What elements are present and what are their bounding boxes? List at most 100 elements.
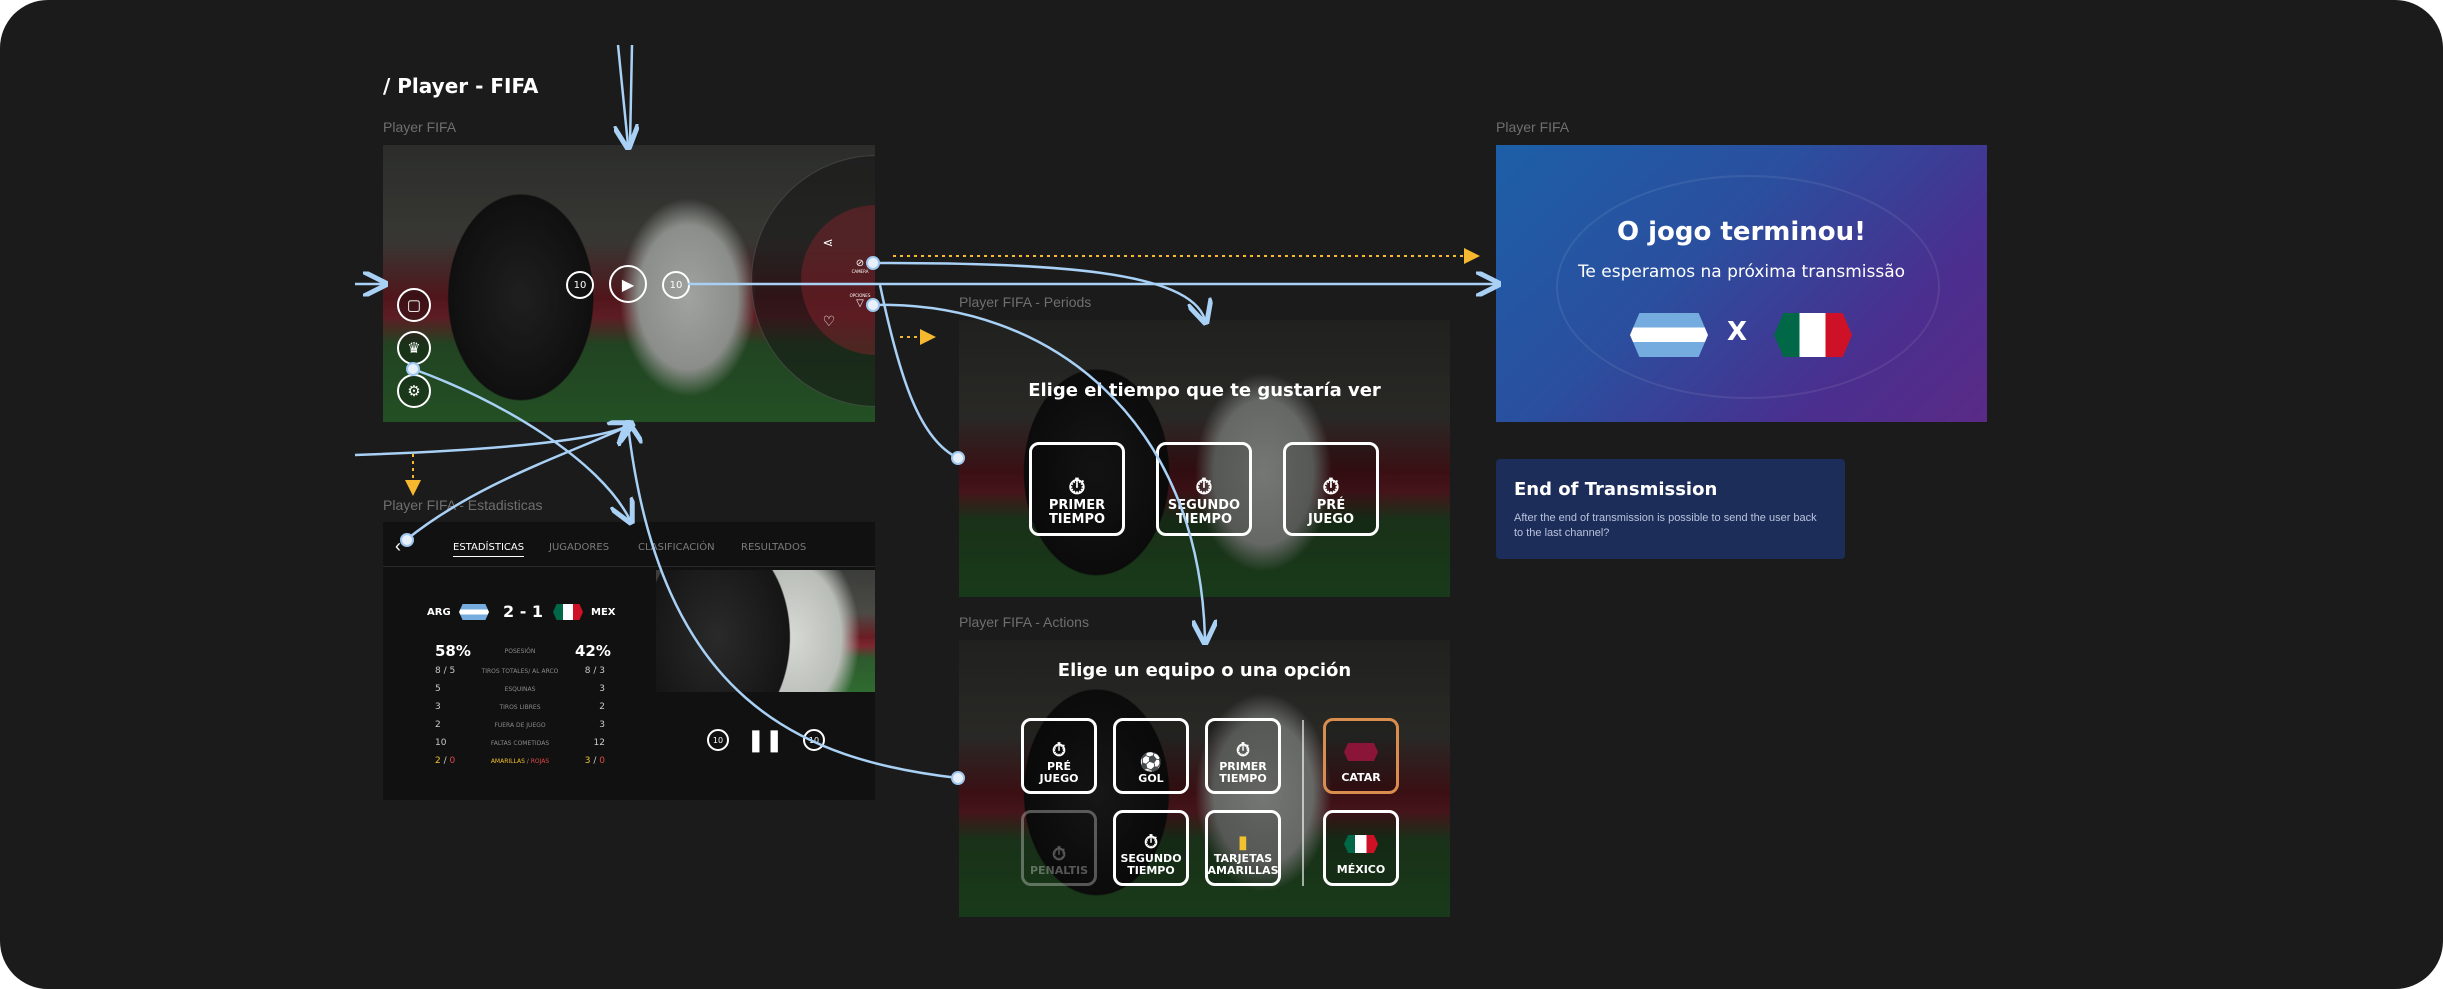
argentina-flag-icon [1630,313,1708,357]
stat-home-value: 5 [435,684,441,694]
stat-label: FUERA DE JUEGO [494,722,546,729]
mini-rewind-button[interactable]: 10 [707,729,729,751]
stopwatch-icon: ⏱ [1235,740,1251,761]
period-option-pre-juego[interactable]: ⏱ PRÉ JUEGO [1283,442,1379,536]
stat-home-value: 3 [435,702,441,712]
cards-home-yellow: 2 [435,756,441,766]
tab-resultados[interactable]: RESULTADOS [741,542,806,553]
tab-jugadores[interactable]: JUGADORES [549,542,609,553]
versus-label: X [1727,317,1748,347]
period-option-line1: PRIMER [1048,498,1106,513]
stat-away-value: 2 [599,702,605,712]
connector-dot [866,256,880,270]
share-button[interactable]: ⋖ [818,233,838,253]
period-option-segundo-tiempo[interactable]: ⏱ SEGUNDO TIEMPO [1156,442,1252,536]
play-button[interactable]: ▶ [609,265,647,303]
mini-forward-button[interactable]: 10 [803,729,825,751]
player-frame[interactable]: ▢ ♛ ⚙ 10 ▶ 10 ⋖ ⊘ CAMERA OPCIONES ▽ ♡ [383,145,875,422]
rewind-10-label: 10 [573,279,587,291]
chat-button[interactable]: ▢ [397,288,431,322]
end-card-body: After the end of transmission is possibl… [1514,512,1817,539]
qatar-flag-icon [1344,743,1378,761]
tab-estadisticas[interactable]: ESTADÍSTICAS [453,542,525,557]
forward-button[interactable]: 10 [662,271,690,299]
trophy-icon: ♛ [407,340,421,357]
argentina-flag-icon [459,604,489,620]
action-option-segundo-tiempo[interactable]: ⏱ SEGUNDO TIEMPO [1113,810,1189,886]
cards-away-red: 0 [599,756,605,766]
mini-pause-button[interactable]: ❚❚ [747,726,784,754]
action-option-line2: AMARILLAS [1207,864,1279,877]
end-title: O jogo terminou! [1616,217,1867,247]
stadium-outline [1556,175,1940,399]
period-option-line1: SEGUNDO [1167,498,1241,513]
settings-button[interactable]: ⚙ [397,374,431,408]
action-option-line2: TIEMPO [1127,864,1175,877]
stat-label: TIROS LIBRES [499,704,541,711]
end-of-transmission-card: End of Transmission After the end of tra… [1496,459,1845,559]
action-option-line2: JUEGO [1039,772,1079,785]
connector-dot [951,771,965,785]
connector-entry-2 [628,44,634,146]
stat-away-value: 3 [599,720,605,730]
gear-icon: ⚙ [407,383,421,400]
connector-dot [866,298,880,312]
cards-label: AMARILLAS / ROJAS [475,758,565,765]
period-option-line2: TIEMPO [1048,512,1106,527]
action-option-pre-juego[interactable]: ⏱ PRÉ JUEGO [1021,718,1097,794]
stopwatch-icon: ⏱ [1195,475,1213,500]
mexico-flag-icon [1774,313,1852,357]
action-option-primer-tiempo[interactable]: ⏱ PRIMER TIEMPO [1205,718,1281,794]
action-option-line1: GOL [1138,772,1164,785]
connector-periods-back [878,284,959,460]
camera-icon: ⊘ [855,258,865,269]
stat-label: TIROS TOTALES/ AL ARCO [481,668,559,675]
soccer-ball-icon: ⚽ [1139,752,1163,773]
cards-away: 3 / 0 [584,756,605,766]
team-option-name: MÉXICO [1336,863,1386,876]
stat-away-value: 8 / 3 [584,666,605,676]
end-subtitle: Te esperamos na próxima transmissão [1577,262,1906,282]
frame-label-periods: Player FIFA - Periods [959,294,1092,310]
action-option-penaltis[interactable]: ⏱ PENALTIS [1021,810,1097,886]
stopwatch-icon: ⏱ [1051,740,1067,761]
pause-icon: ❚❚ [746,727,784,753]
period-option-line1: PRÉ [1316,498,1346,513]
cards-home-red: 0 [449,756,456,766]
forward-10-label: 10 [669,279,683,291]
frame-label-player: Player FIFA [383,119,457,135]
team-option-mexico[interactable]: MÉXICO [1323,810,1399,886]
team-option-name: CATAR [1341,771,1381,784]
stopwatch-icon: ⏱ [1068,475,1086,500]
play-icon: ▶ [621,274,635,294]
tab-clasificacion[interactable]: CLASIFICACIÓN [638,542,715,553]
team-option-catar[interactable]: CATAR [1323,718,1399,794]
trophy-button[interactable]: ♛ [397,331,431,365]
favorite-button[interactable]: ♡ [819,312,839,332]
possession-home: 58% [435,642,471,660]
possession-away: 42% [575,642,611,660]
stopwatch-icon: ⏱ [1051,844,1067,865]
frame-label-actions: Player FIFA - Actions [959,614,1089,630]
action-option-line2: TIEMPO [1219,772,1267,785]
connector-dot [400,533,414,547]
mini-player-video[interactable] [656,570,875,692]
connector-left-to-player [354,425,630,457]
tabs-divider [383,566,875,567]
rewind-button[interactable]: 10 [566,271,594,299]
period-option-line2: TIEMPO [1175,512,1233,527]
share-icon: ⋖ [822,235,834,251]
stopwatch-icon: ⏱ [1322,475,1340,500]
stats-frame: ‹ ESTADÍSTICAS JUGADORES CLASIFICACIÓN R… [383,522,875,800]
heart-icon: ♡ [822,314,836,330]
stat-label: FALTAS COMETIDAS [490,740,550,747]
stat-away-value: 12 [593,738,605,748]
filter-icon: ▽ [856,298,864,309]
action-option-gol[interactable]: ⚽ GOL [1113,718,1189,794]
actions-frame: Elige un equipo o una opción ⏱ PRÉ JUEGO… [959,640,1450,917]
action-option-tarjetas-amarillas[interactable]: ▮ TARJETAS AMARILLAS [1205,810,1281,886]
stopwatch-icon: ⏱ [1143,832,1159,853]
end-card-title: End of Transmission [1514,479,1718,500]
period-option-primer-tiempo[interactable]: ⏱ PRIMER TIEMPO [1029,442,1125,536]
connector-to-periods [871,261,1205,320]
